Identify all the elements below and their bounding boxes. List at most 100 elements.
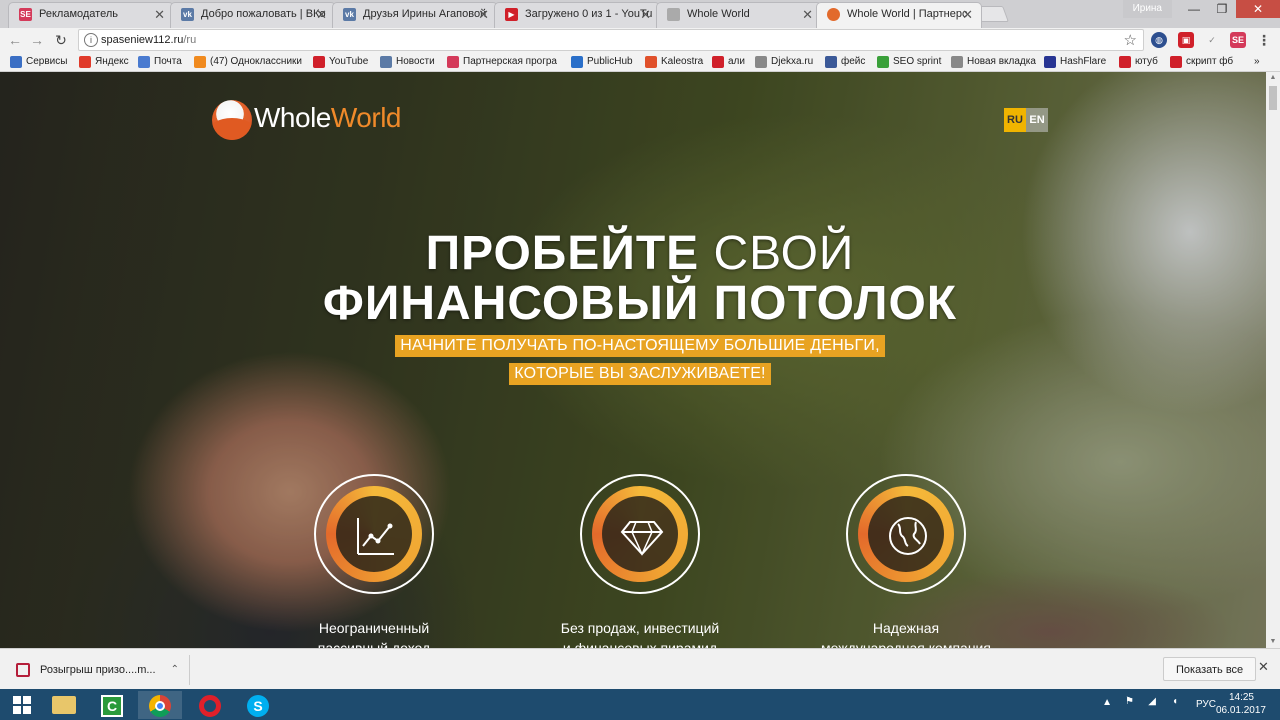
tab-label: Добро пожаловать | ВКо [201, 8, 326, 20]
skype-taskbar-icon[interactable]: S [236, 691, 280, 719]
tray-time[interactable]: 14:25 [1229, 692, 1254, 703]
extension-globe-icon[interactable]: ◍ [1151, 32, 1167, 48]
subheadline-line-1: НАЧНИТЕ ПОЛУЧАТЬ ПО-НАСТОЯЩЕМУ БОЛЬШИЕ Д… [395, 335, 885, 357]
tab-3[interactable]: vk Друзья Ирины Агаповой ✕ [332, 2, 498, 28]
bookmark-favicon-icon [194, 56, 206, 68]
bookmark-label: Яндекс [95, 56, 129, 67]
bookmark-item[interactable]: али [712, 55, 745, 69]
bookmark-item[interactable]: Почта [138, 55, 182, 69]
bookmark-item[interactable]: PublicHub [571, 55, 633, 69]
bookmark-item[interactable]: HashFlare [1044, 55, 1106, 69]
bookmark-star-icon[interactable]: ☆ [1124, 31, 1137, 49]
bookmark-item[interactable]: YouTube [313, 55, 368, 69]
bookmark-item[interactable]: SEO sprint [877, 55, 941, 69]
chevron-up-icon[interactable]: ⌃ [171, 655, 179, 685]
tab-close-icon[interactable]: ✕ [478, 3, 489, 26]
bookmarks-overflow-icon[interactable]: » [1254, 55, 1260, 69]
headline-word-1: ПРОБЕЙТЕ [425, 227, 700, 280]
show-all-downloads-button[interactable]: Показать все [1163, 657, 1257, 681]
tab-close-icon[interactable]: ✕ [316, 3, 327, 26]
feature-line-1: Без продаж, инвестиций [560, 620, 720, 636]
download-file-name: Розыгрыш призо....m... [40, 664, 156, 676]
tab-close-icon[interactable]: ✕ [154, 3, 165, 26]
tab-close-icon[interactable]: ✕ [640, 3, 651, 26]
scroll-up-icon[interactable]: ▲ [1266, 72, 1280, 84]
bookmark-label: скрипт фб [1186, 56, 1234, 67]
address-bar[interactable]: i spaseniew112.ru/ru ☆ [78, 29, 1144, 51]
bookmark-item[interactable]: скрипт фб [1170, 55, 1233, 69]
back-button[interactable]: ← [6, 31, 24, 49]
lang-en-button[interactable]: EN [1026, 108, 1048, 132]
bookmark-favicon-icon [1170, 56, 1182, 68]
feature-passive-income: Неограниченный пассивный доход [254, 474, 494, 648]
bookmark-item[interactable]: Kaleostra [645, 55, 703, 69]
extension-check-icon[interactable]: ✓ [1204, 32, 1220, 48]
window-close-button[interactable]: ✕ [1236, 0, 1280, 18]
flag-icon[interactable]: ⚑ [1125, 696, 1134, 707]
extension-red-icon[interactable]: ▣ [1178, 32, 1194, 48]
maximize-button[interactable]: ❐ [1208, 0, 1236, 18]
close-download-bar-icon[interactable]: ✕ [1258, 659, 1269, 675]
feature-line-2: пассивный доход [317, 640, 431, 648]
tab-favicon-icon [667, 8, 680, 21]
forward-button[interactable]: → [28, 31, 46, 49]
camtasia-taskbar-icon[interactable]: C [90, 691, 134, 719]
bookmark-item[interactable]: Партнерская програ [447, 55, 557, 69]
opera-taskbar-icon[interactable] [188, 691, 232, 719]
download-item[interactable]: Розыгрыш призо....m... ⌃ [8, 655, 190, 685]
tab-6[interactable]: Whole World | Партнерс ✕ [816, 2, 982, 28]
bookmark-item[interactable]: (47) Одноклассники [194, 55, 302, 69]
minimize-button[interactable]: — [1180, 0, 1208, 18]
tab-close-icon[interactable]: ✕ [802, 3, 813, 26]
feature-international: Надежная международная компания [786, 474, 1026, 648]
bookmark-favicon-icon [571, 56, 583, 68]
scroll-thumb[interactable] [1269, 86, 1277, 110]
tab-close-icon[interactable]: ✕ [962, 3, 973, 26]
tray-date[interactable]: 06.01.2017 [1216, 705, 1266, 716]
bookmark-item[interactable]: Новая вкладка [951, 55, 1036, 69]
bookmark-label: Сервисы [26, 56, 68, 67]
network-icon[interactable]: ◢ [1148, 696, 1156, 707]
chrome-taskbar-icon[interactable] [138, 691, 182, 719]
info-icon[interactable]: i [84, 33, 98, 47]
tab-1[interactable]: SE Рекламодатель ✕ [8, 2, 174, 28]
start-button[interactable] [0, 691, 44, 719]
lang-ru-button[interactable]: RU [1004, 108, 1026, 132]
chart-line-icon [357, 518, 394, 555]
bookmark-item[interactable]: Новости [380, 55, 435, 69]
bookmark-label: SEO sprint [893, 56, 942, 67]
tab-favicon-icon [827, 8, 840, 21]
bookmark-favicon-icon [1119, 56, 1131, 68]
tab-4[interactable]: ▶ Загружено 0 из 1 - YouTu ✕ [494, 2, 660, 28]
bookmark-favicon-icon [447, 56, 459, 68]
bookmark-label: Kaleostra [661, 56, 704, 67]
tab-5[interactable]: Whole World ✕ [656, 2, 822, 28]
profile-button[interactable]: Ирина [1122, 0, 1172, 18]
extension-se-icon[interactable]: SE [1230, 32, 1246, 48]
tab-2[interactable]: vk Добро пожаловать | ВКо ✕ [170, 2, 336, 28]
bookmark-item[interactable]: Яндекс [79, 55, 129, 69]
volume-icon[interactable]: ◖ [1172, 696, 1178, 707]
bookmark-favicon-icon [645, 56, 657, 68]
tab-label: Whole World [687, 8, 750, 20]
logo-text: WholeWorld [254, 102, 402, 134]
bookmark-item[interactable]: фейс [825, 55, 865, 69]
headline-word-2: СВОЙ [713, 227, 855, 280]
feature-no-sales: Без продаж, инвестиций и финансовых пира… [520, 474, 760, 648]
bookmark-label: YouTube [329, 56, 369, 67]
reload-button[interactable]: ↻ [52, 31, 70, 49]
tray-expand-icon[interactable]: ▲ [1102, 697, 1112, 708]
explorer-taskbar-icon[interactable] [42, 691, 86, 719]
vertical-scrollbar[interactable]: ▲ ▼ [1266, 72, 1280, 648]
bookmark-label: фейс [841, 56, 866, 67]
bookmark-favicon-icon [380, 56, 392, 68]
bookmark-item[interactable]: Сервисы [10, 55, 67, 69]
url-text[interactable]: spaseniew112.ru/ru [101, 34, 196, 46]
menu-dots-icon[interactable]: ⋮ [1256, 32, 1272, 48]
tray-language[interactable]: РУС [1196, 699, 1216, 710]
bookmark-item[interactable]: Djekxa.ru [755, 55, 813, 69]
feature-line-1: Неограниченный [318, 620, 430, 636]
bookmark-item[interactable]: ютуб [1119, 55, 1158, 69]
scroll-down-icon[interactable]: ▼ [1266, 636, 1280, 648]
bookmark-favicon-icon [1044, 56, 1056, 68]
